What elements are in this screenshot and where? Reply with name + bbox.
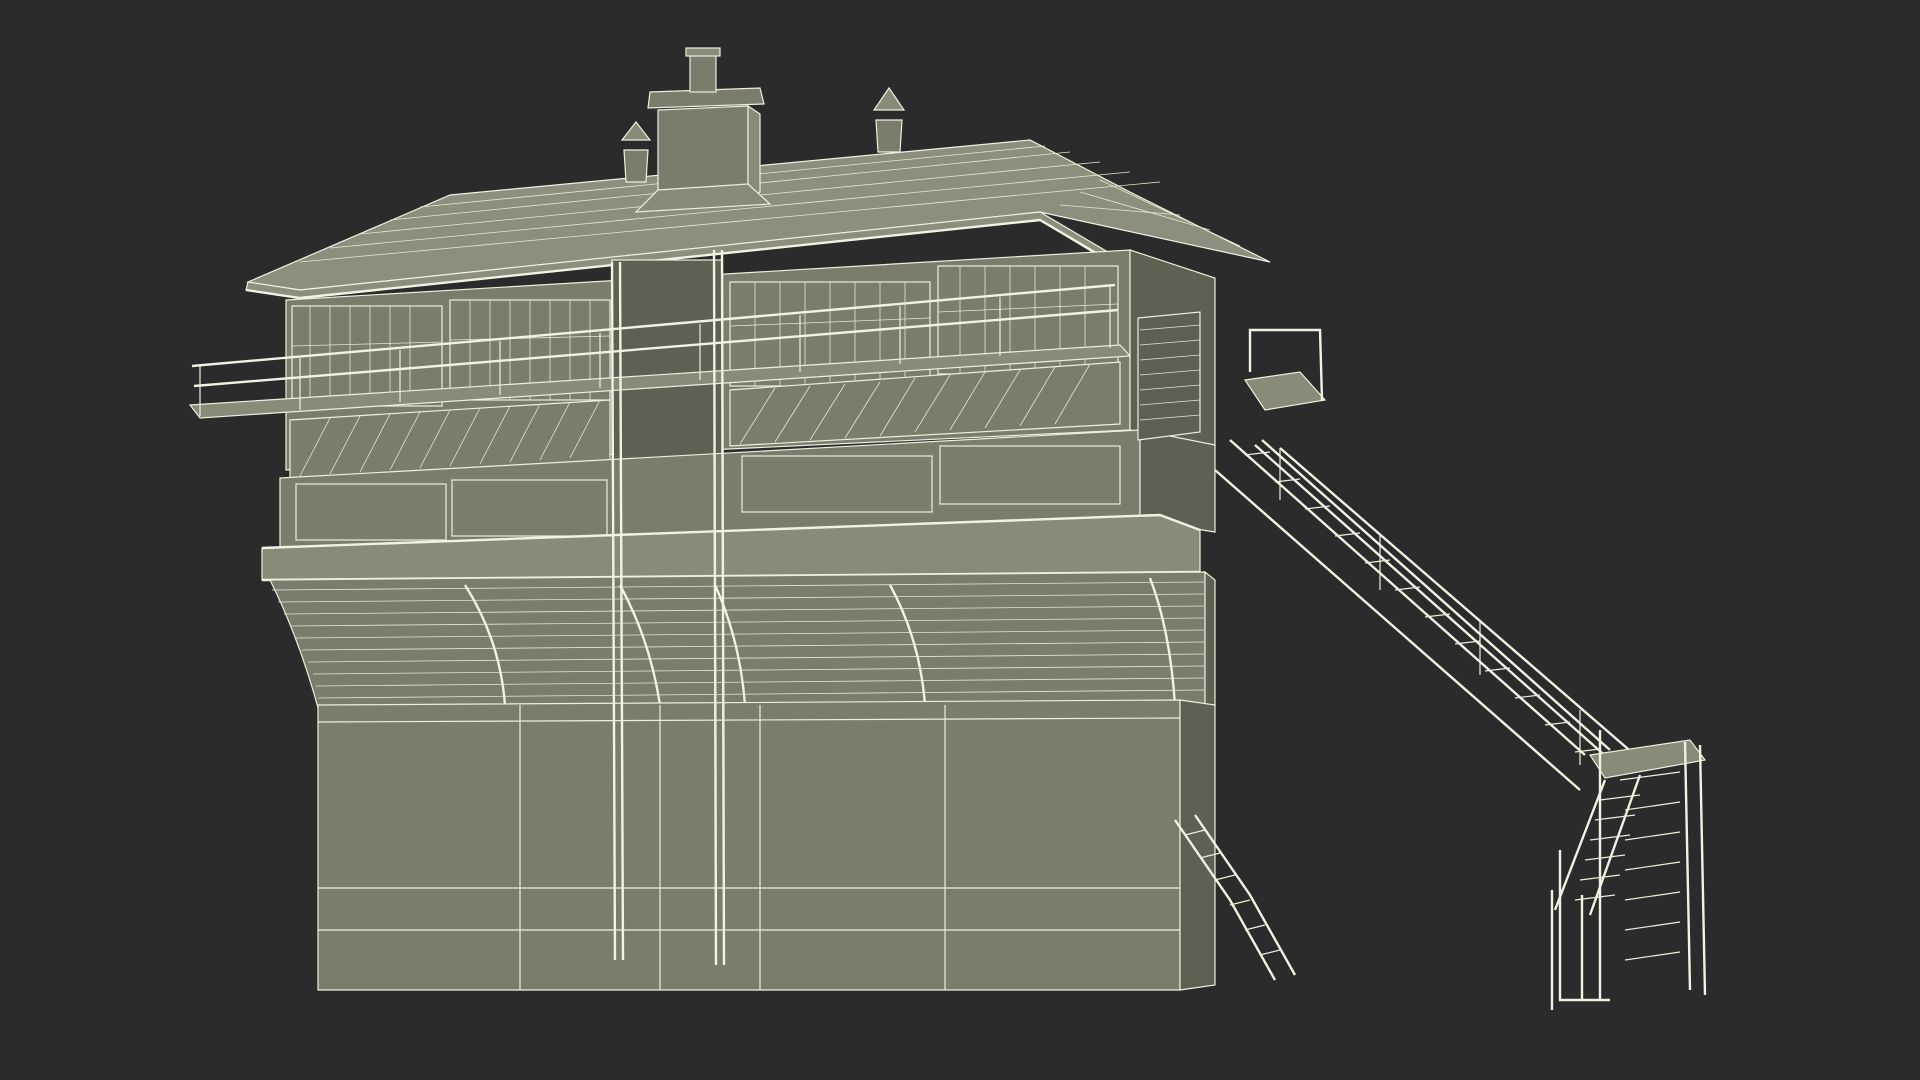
corbelled-overhang	[269, 570, 1216, 716]
render-viewport	[0, 0, 1920, 1080]
roof-finial-left	[620, 121, 652, 183]
side-landing	[1137, 311, 1327, 441]
signal-box-wireframe-render	[188, 47, 1707, 1010]
roof-finial-right	[872, 86, 906, 153]
external-staircase	[1214, 439, 1707, 1010]
